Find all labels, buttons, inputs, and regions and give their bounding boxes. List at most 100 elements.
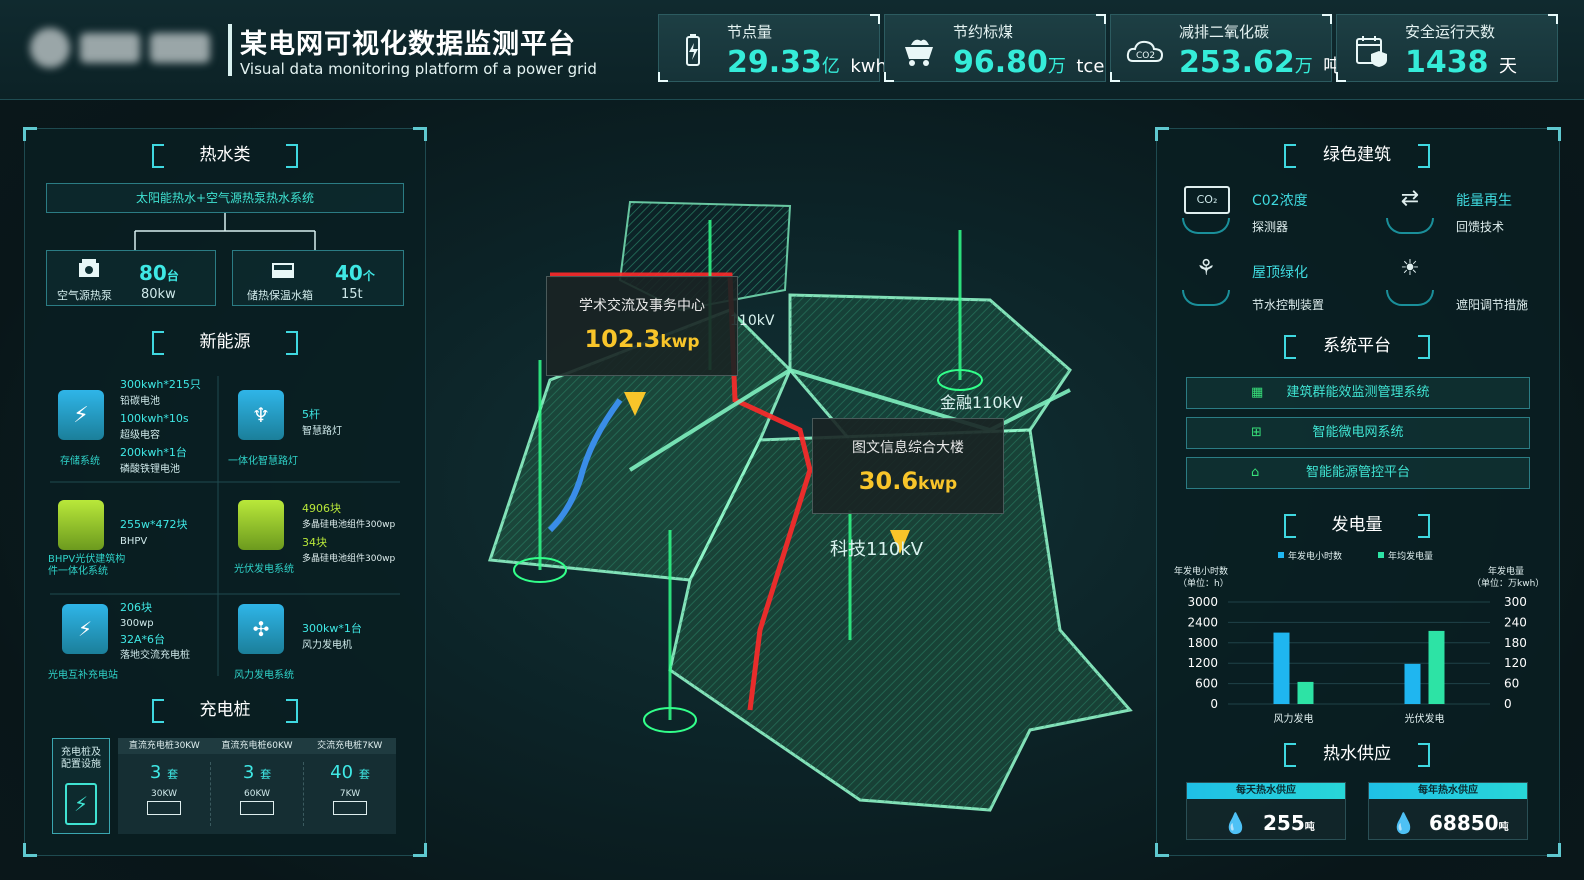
hot-water-yearly-card[interactable]: 每年热水供应 💧 68850吨 (1368, 782, 1528, 840)
item-specs: 300kwh*215只 铅碳电池 100kwh*10s 超级电容 200kwh*… (120, 378, 201, 475)
item-name: 风力发电系统 (234, 670, 294, 681)
grid-blocks-icon: ▦ (1251, 385, 1264, 400)
item-name: C02浓度 (1252, 193, 1308, 209)
y-right-tick: 240 (1504, 615, 1527, 629)
section-title-generation: 发电量 (1272, 512, 1442, 538)
logo (30, 22, 220, 74)
new-energy-wind[interactable]: ✣ 风力发电系统 300kw*1台 风力发电机 (228, 600, 408, 681)
bar-output (1297, 681, 1314, 704)
map-label-tech: 科技110kV (830, 539, 924, 560)
item-label: 储热保温水箱 (247, 289, 313, 302)
callout-library[interactable]: 图文信息综合大楼 30.6kwp (812, 418, 1004, 514)
bar-hours (1273, 632, 1290, 704)
corner-decoration (413, 843, 427, 857)
energy-regen-icon: ⇄ (1400, 186, 1420, 211)
map-label-finance: 金融110kV (940, 393, 1023, 412)
corner-decoration (23, 127, 37, 141)
solar-panel-icon (238, 500, 284, 550)
kpi-card-nodes[interactable]: 节点量 29.33亿 kwh (658, 14, 887, 82)
corner-decoration (1155, 843, 1169, 857)
system-btn-efficiency[interactable]: ▦ 建筑群能效监测管理系统 (1186, 377, 1530, 409)
legend-label: 年发电小时数 (1288, 550, 1342, 562)
charger-col-7kw[interactable]: 40 套 7KW (304, 762, 396, 826)
item-count: 40个 (335, 261, 375, 285)
pedestal-decoration (1386, 218, 1434, 234)
svg-text:CO2: CO2 (1136, 51, 1155, 61)
new-energy-street-lamp[interactable]: ♆ 一体化智慧路灯 5杆 智慧路灯 (228, 372, 408, 484)
charger-col-30kw[interactable]: 3 套 30KW (118, 762, 211, 826)
kpi-value: 29.33亿 kwh (727, 45, 887, 80)
y-right-tick: 60 (1504, 677, 1519, 691)
charging-station-icon: ⚡ (62, 604, 108, 654)
charger-60kw-icon (240, 801, 274, 815)
tree-connector (134, 213, 316, 251)
system-btn-label: 智能能源管控平台 (1305, 465, 1410, 480)
house-screen-icon: ⌂ (1251, 465, 1260, 480)
charger-icon: ⚡ (65, 783, 97, 825)
item-sub: 探测器 (1252, 220, 1289, 234)
page-title: 某电网可视化数据监测平台 (240, 29, 576, 60)
y-right-tick: 300 (1504, 595, 1527, 609)
corner-decoration (23, 843, 37, 857)
calendar-shield-icon (1356, 36, 1387, 67)
hot-water-daily-label: 每天热水供应 (1187, 783, 1345, 799)
item-specs: 255w*472块 BHPV (120, 518, 188, 547)
callout-title: 学术交流及事务中心 (579, 298, 705, 314)
item-name: 能量再生 (1456, 193, 1512, 209)
item-name: 屋顶绿化 (1252, 265, 1308, 281)
battery-icon (686, 34, 700, 66)
corner-decoration (1547, 127, 1561, 141)
green-item-co2[interactable]: CO₂ C02浓度 探测器 (1182, 184, 1362, 244)
hot-water-item-tank[interactable]: 储热保温水箱 40个 15t (232, 250, 404, 306)
y-left-tick: 600 (1195, 677, 1218, 691)
item-name: 光伏发电系统 (234, 564, 294, 575)
city-map[interactable]: 110kV 金融110kV 科技110kV (430, 110, 1154, 880)
new-energy-storage[interactable]: ⚡ 存储系统 300kwh*215只 铅碳电池 100kwh*10s 超级电容 … (48, 372, 218, 484)
green-item-sunshade[interactable]: ☀ 遮阳调节措施 (1386, 256, 1556, 316)
item-sub: 回馈技术 (1456, 220, 1505, 234)
green-item-energy-regen[interactable]: ⇄ 能量再生 回馈技术 (1386, 184, 1556, 244)
item-name: BHPV光伏建筑构件一体化系统 (48, 554, 126, 577)
hot-water-system-label: 太阳能热水+空气源热泵热水系统 (46, 183, 404, 213)
right-axis-title: 年发电量 (1488, 565, 1524, 577)
item-specs: 4906块 多晶硅电池组件300wp 34块 多晶硅电池组件300wp (302, 502, 396, 564)
bar-output (1428, 630, 1445, 704)
kpi-value: 1438 天 (1405, 45, 1517, 80)
y-left-tick: 1800 (1187, 636, 1218, 650)
corner-decoration (1547, 843, 1561, 857)
kpi-label: 节点量 (727, 23, 773, 41)
charger-7kw-icon (333, 801, 367, 815)
charger-30kw-icon (147, 801, 181, 815)
system-btn-energy-control[interactable]: ⌂ 智能能源管控平台 (1186, 457, 1530, 489)
generation-chart[interactable]: 年发电小时数 年均发电量年发电小时数（单位：h）年发电量（单位：万kwh）0600… (1170, 546, 1556, 730)
right-axis-title: （单位：万kwh） (1472, 577, 1544, 589)
hot-water-daily-card[interactable]: 每天热水供应 💧 255吨 (1186, 782, 1346, 840)
green-item-roof[interactable]: ⚘ 屋顶绿化 节水控制装置 (1182, 256, 1362, 316)
y-left-tick: 3000 (1187, 595, 1218, 609)
section-title-hot-water: 热水类 (140, 142, 310, 168)
legend-swatch (1378, 552, 1384, 558)
charger-col-60kw[interactable]: 3 套 60KW (211, 762, 304, 826)
section-title-new-energy: 新能源 (140, 329, 310, 355)
new-energy-solar[interactable]: 光伏发电系统 4906块 多晶硅电池组件300wp 34块 多晶硅电池组件300… (228, 492, 408, 602)
storage-icon: ⚡ (58, 390, 104, 440)
new-energy-charging-station[interactable]: ⚡ 光电互补充电站 206块 300wp 32A*6台 落地交流充电桩 (48, 600, 218, 681)
charging-facility-card[interactable]: 充电桩及配置设施 ⚡ (52, 738, 110, 834)
pedestal-decoration (1386, 290, 1434, 306)
legend-label: 年均发电量 (1388, 550, 1433, 562)
charging-table-body: 3 套 30KW 3 套 60KW 40 套 7KW (118, 754, 396, 834)
corner-decoration (1155, 127, 1169, 141)
callout-academic-center[interactable]: 学术交流及事务中心 102.3kwp (546, 276, 738, 376)
item-name: 一体化智慧路灯 (228, 456, 298, 467)
kpi-value: 96.80万 tce (953, 45, 1105, 80)
kpi-card-coal[interactable]: 节约标煤 96.80万 tce (884, 14, 1106, 82)
kpi-card-co2[interactable]: CO2 减排二氧化碳 253.62万 吨 (1110, 14, 1341, 82)
hot-water-item-heat-pump[interactable]: 空气源热泵 80台 80kw (46, 250, 216, 306)
roof-greening-icon: ⚘ (1196, 256, 1216, 281)
item-sub: 节水控制装置 (1252, 298, 1325, 312)
pedestal-decoration (1182, 218, 1230, 234)
new-energy-bhpv[interactable]: BHPV光伏建筑构件一体化系统 255w*472块 BHPV (48, 492, 218, 602)
kpi-card-safe-days[interactable]: 安全运行天数 1438 天 (1336, 14, 1558, 82)
system-btn-microgrid[interactable]: ⊞ 智能微电网系统 (1186, 417, 1530, 449)
co2-sensor-icon: CO₂ (1184, 186, 1230, 214)
